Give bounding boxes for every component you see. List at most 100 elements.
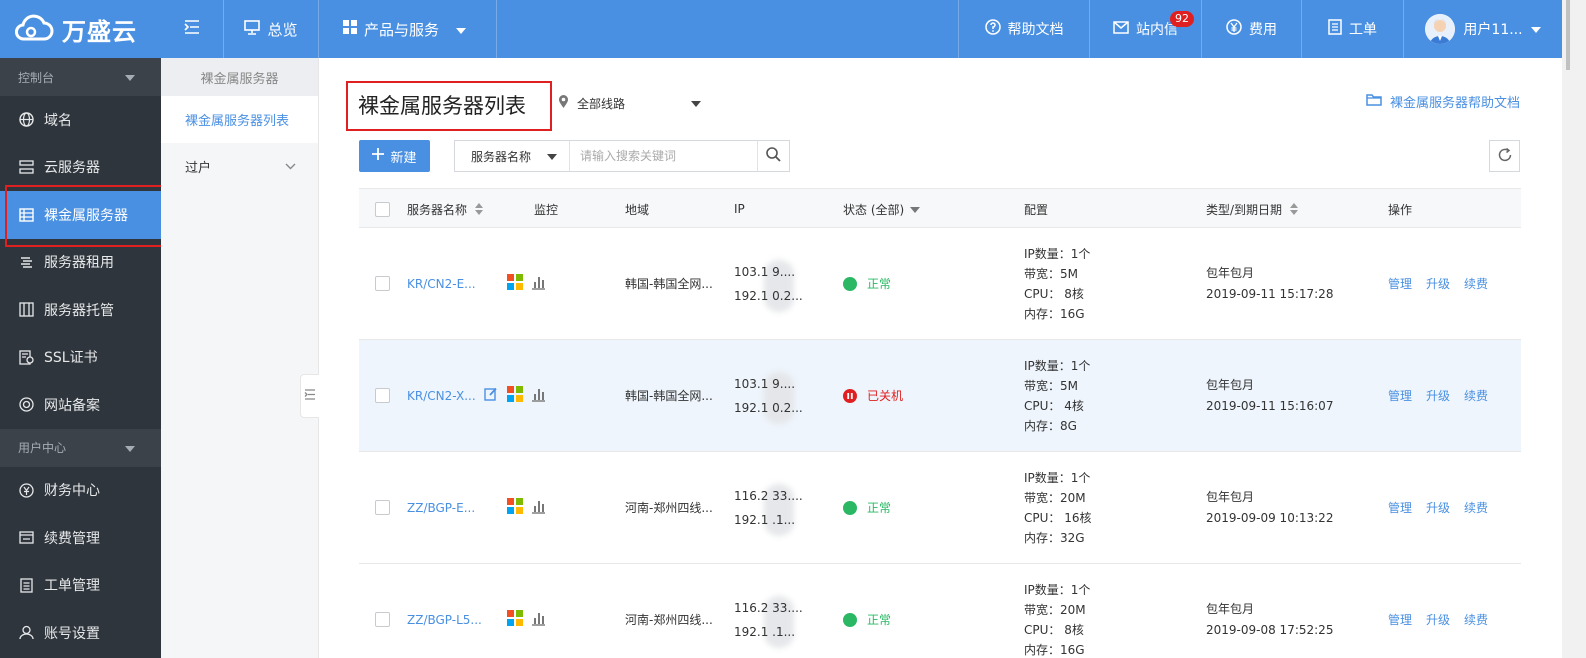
row-checkbox[interactable] [375, 276, 390, 291]
row-checkbox[interactable] [375, 388, 390, 403]
col-type[interactable]: 类型/到期日期 [1206, 189, 1299, 229]
region-select[interactable]: 全部线路 [558, 94, 702, 112]
subnav-collapse-button[interactable] [300, 374, 319, 418]
config-cell: IP数量：1个 带宽：5M CPU： 8核 内存：16G [1024, 228, 1090, 339]
brand-logo[interactable]: 万盛云 [0, 0, 161, 58]
region-cell: 韩国-韩国全网... [625, 389, 713, 403]
subnav-item-list[interactable]: 裸金属服务器列表 [161, 96, 318, 143]
new-server-button[interactable]: 新建 [359, 140, 430, 172]
col-status[interactable]: 状态 (全部) [843, 189, 921, 229]
server-icon [18, 159, 34, 175]
config-memory: 内存：8G [1024, 418, 1077, 433]
select-all-checkbox[interactable] [375, 201, 390, 217]
nav-overview[interactable]: 总览 [224, 0, 319, 58]
renew-link[interactable]: 续费 [1464, 611, 1488, 628]
status-cell: 正常 [843, 228, 891, 339]
sidebar-group-label: 用户中心 [18, 441, 67, 455]
server-name-link[interactable]: ZZ/BGP-L5... [407, 613, 482, 627]
sidebar-item-tickets[interactable]: 工单管理 [0, 562, 161, 610]
sidebar-item-renewal[interactable]: 续费管理 [0, 514, 161, 562]
server-name-link[interactable]: KR/CN2-E... [407, 277, 476, 291]
scrollbar-thumb[interactable] [1566, 0, 1570, 70]
upgrade-link[interactable]: 升级 [1426, 499, 1450, 516]
sidebar-item-label: 财务中心 [44, 483, 100, 500]
search-input[interactable] [570, 141, 757, 171]
subnav-item-transfer[interactable]: 过户 [161, 143, 318, 190]
sidebar-item-finance[interactable]: 财务中心 [0, 467, 161, 515]
message-count-badge: 92 [1170, 11, 1194, 27]
renew-link[interactable]: 续费 [1464, 275, 1488, 292]
ops-cell: 管理 升级 续费 [1388, 564, 1502, 658]
config-ip-count: IP数量：1个 [1024, 358, 1091, 373]
caret-down-icon [547, 149, 557, 163]
manage-link[interactable]: 管理 [1388, 387, 1412, 404]
manage-link[interactable]: 管理 [1388, 611, 1412, 628]
search-button[interactable] [757, 141, 789, 171]
sidebar-item-rent[interactable]: 服务器租用 [0, 239, 161, 287]
manage-link[interactable]: 管理 [1388, 499, 1412, 516]
sidebar-group-user[interactable]: 用户中心 [0, 428, 161, 467]
user-menu[interactable]: 用户11... [1403, 0, 1562, 58]
row-checkbox[interactable] [375, 612, 390, 627]
main-content: 裸金属服务器列表 全部线路 裸金属服务器帮助文档 新建 服务器名称 请输入搜索关… [320, 58, 1562, 658]
table-row: ZZ/BGP-E... 河南-郑州四线... 116.2 33.... 192.… [359, 452, 1521, 564]
caret-down-icon [125, 70, 135, 84]
bar-chart-icon[interactable] [531, 499, 546, 517]
type-cell: 包年包月 2019-09-08 17:52:25 [1206, 564, 1333, 658]
page-scrollbar[interactable] [1562, 0, 1586, 658]
manage-link[interactable]: 管理 [1388, 275, 1412, 292]
bar-chart-icon[interactable] [531, 611, 546, 629]
status-badge: 正常 [867, 613, 892, 627]
upgrade-link[interactable]: 升级 [1426, 611, 1450, 628]
nav-overview-label: 总览 [267, 20, 298, 39]
server-name-link[interactable]: ZZ/BGP-E... [407, 501, 475, 515]
nav-tickets[interactable]: 工单 [1301, 0, 1403, 58]
expire-date: 2019-09-11 15:17:28 [1206, 286, 1334, 301]
sidebar-item-domain[interactable]: 域名 [0, 96, 161, 144]
sidebar-item-record[interactable]: 网站备案 [0, 381, 161, 429]
region-cell: 河南-郑州四线... [625, 501, 713, 515]
refresh-button[interactable] [1489, 140, 1520, 172]
bar-chart-icon[interactable] [531, 387, 546, 405]
bar-chart-icon[interactable] [531, 275, 546, 293]
renew-link[interactable]: 续费 [1464, 499, 1488, 516]
sidebar-item-baremetal[interactable]: 裸金属服务器 [0, 191, 161, 239]
windows-icon [507, 386, 523, 405]
upgrade-link[interactable]: 升级 [1426, 275, 1450, 292]
sidebar-group-console[interactable]: 控制台 [0, 58, 161, 96]
public-ip: 103.1 9.... [734, 376, 796, 391]
sidebar-item-account[interactable]: 账号设置 [0, 609, 161, 657]
col-name[interactable]: 服务器名称 [407, 189, 484, 229]
private-ip: 192.1 0.2... [734, 288, 803, 303]
nav-billing-label: 费用 [1249, 22, 1277, 38]
config-cpu: CPU： 8核 [1024, 286, 1084, 301]
config-ip-count: IP数量：1个 [1024, 470, 1091, 485]
upgrade-link[interactable]: 升级 [1426, 387, 1450, 404]
nav-billing[interactable]: 费用 [1201, 0, 1301, 58]
sidebar-item-label: 账号设置 [44, 625, 100, 642]
nav-help-docs[interactable]: 帮助文档 [958, 0, 1089, 58]
nav-messages[interactable]: 站内信 [1089, 0, 1201, 58]
config-bandwidth: 带宽：20M [1024, 490, 1086, 505]
edit-icon[interactable] [483, 387, 498, 404]
menu-toggle-button[interactable] [161, 0, 224, 58]
monitor-icon [244, 19, 261, 39]
nav-products[interactable]: 产品与服务 [319, 0, 497, 58]
ip-cell: 103.1 9.... 192.1 0.2... [734, 340, 803, 451]
top-bar: 万盛云 总览 产品与服务 帮助文档 站内信 92 费用 工单 用户11... [0, 0, 1562, 58]
sidebar-item-cloud-server[interactable]: 云服务器 [0, 144, 161, 192]
sidebar-item-hosting[interactable]: 服务器托管 [0, 286, 161, 334]
server-name-link[interactable]: KR/CN2-X... [407, 389, 476, 403]
sidebar-item-label: 云服务器 [44, 160, 100, 177]
status-cell: 已关机 [843, 340, 903, 451]
renew-link[interactable]: 续费 [1464, 387, 1488, 404]
search-field-select[interactable]: 服务器名称 [455, 141, 570, 171]
help-doc-link[interactable]: 裸金属服务器帮助文档 [1366, 92, 1520, 111]
account-icon [18, 625, 34, 641]
sidebar-item-label: 工单管理 [44, 578, 100, 595]
billing-type: 包年包月 [1206, 601, 1255, 616]
row-checkbox[interactable] [375, 500, 390, 515]
col-type-label: 类型/到期日期 [1206, 202, 1283, 217]
col-ip: IP [734, 202, 745, 216]
sidebar-item-ssl[interactable]: SSL证书 [0, 334, 161, 382]
